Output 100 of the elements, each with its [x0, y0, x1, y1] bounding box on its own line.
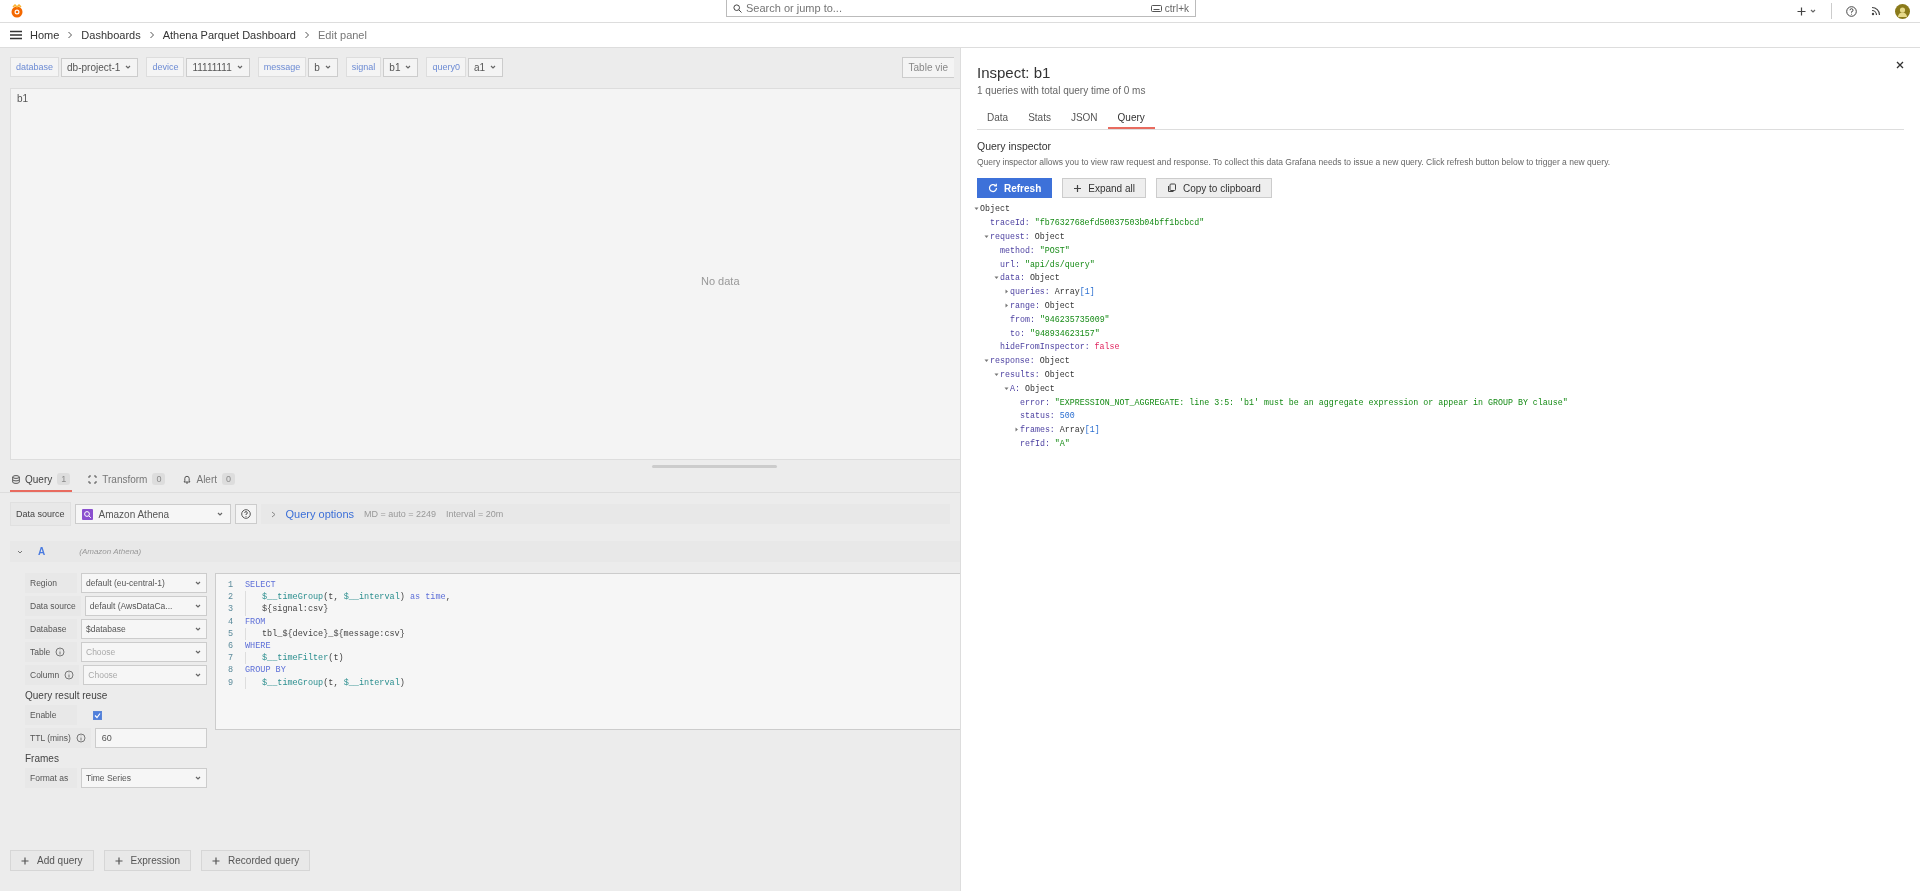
variable-value: b1	[389, 61, 401, 73]
copy-icon	[1166, 183, 1177, 193]
database-icon	[12, 474, 20, 484]
checkbox[interactable]	[93, 710, 102, 720]
expanded-caret-icon[interactable]	[984, 358, 989, 364]
variable-select[interactable]: b1	[383, 57, 419, 77]
menu-icon[interactable]	[10, 30, 22, 40]
code-line: tbl_${device}_${message:csv}	[262, 628, 405, 639]
editor-tab[interactable]: Query 1	[10, 474, 73, 492]
tree-row-text: refId: "A"	[1020, 438, 1070, 448]
field-label: Region	[25, 573, 77, 593]
close-button[interactable]	[1894, 59, 1906, 71]
line-number: 2	[226, 592, 234, 603]
inspect-tab[interactable]: Stats	[1018, 107, 1061, 129]
section-description: Query inspector allows you to view raw request and response. To collect this data Grafana needs to issue a new query. Click refresh button below to trigger a new query.	[977, 157, 1612, 167]
chevron-icon	[148, 31, 155, 39]
collapsed-caret-icon[interactable]	[1004, 302, 1009, 308]
select-field[interactable]: default (AwsDataCa...	[84, 596, 207, 616]
inspect-tab[interactable]: Data	[977, 107, 1019, 129]
refresh-button[interactable]: Refresh	[977, 178, 1053, 198]
editor-tab[interactable]: Transform 0	[86, 474, 168, 492]
help-icon[interactable]	[1846, 5, 1857, 17]
tree-row-text: hideFromInspector: false	[1000, 342, 1120, 352]
variable-label: database	[10, 57, 60, 77]
caret-icon	[194, 648, 202, 656]
breadcrumb-link[interactable]: Dashboards	[81, 29, 141, 41]
chevron-icon	[67, 31, 74, 39]
variable-select[interactable]: a1	[468, 57, 504, 77]
expanded-caret-icon[interactable]	[974, 206, 979, 212]
resize-handle[interactable]	[652, 465, 777, 468]
inspect-tab[interactable]: JSON	[1060, 107, 1108, 129]
expanded-caret-icon[interactable]	[984, 234, 989, 239]
select-field[interactable]: $database	[81, 619, 207, 639]
avatar-icon[interactable]	[1895, 3, 1910, 19]
variable-select[interactable]: b	[308, 57, 338, 77]
variable-select[interactable]: 11111111	[186, 57, 250, 77]
inspect-tab[interactable]: Query	[1107, 107, 1155, 129]
rss-icon[interactable]	[1871, 6, 1881, 16]
tree-row-text: frames: Array[1]	[1020, 425, 1100, 435]
editor-tab[interactable]: Alert 0	[181, 474, 238, 492]
keyboard-icon	[1150, 4, 1162, 12]
select-placeholder: Choose	[88, 670, 119, 680]
collapsed-caret-icon[interactable]	[1014, 427, 1019, 433]
select-field[interactable]: default (eu-central-1)	[81, 573, 207, 593]
tree-row-text: A: Object	[1010, 383, 1055, 393]
add-button[interactable]: Expression	[103, 850, 192, 871]
refresh-icon	[988, 183, 998, 193]
code-editor[interactable]: 1 SELECT 2 $__timeGroup(t, $__interval) as time, 3 ${signal:csv} 4 FROM 5 tbl_${device}_${message:csv} 6 WHERE 7 $__timeFilter(t) 8 GROUP BY 9 $__timeGroup(t, $__interval)	[215, 573, 960, 730]
plus-icon	[21, 856, 29, 865]
expanded-caret-icon[interactable]	[994, 371, 999, 377]
variable-select[interactable]: db-project-1	[61, 57, 139, 77]
max-data-points: MD = auto = 2249	[364, 509, 437, 519]
tree-row-text: range: Object	[1010, 300, 1075, 310]
field-label: Data source	[10, 502, 71, 526]
datasource-select[interactable]: Amazon Athena	[74, 504, 231, 524]
add-button[interactable]: Recorded query	[201, 850, 311, 871]
copy-button[interactable]: Copy to clipboard	[1155, 178, 1272, 198]
search-box[interactable]: Search or jump to... ctrl+k	[726, 0, 1196, 17]
code-line: $__timeFilter(t)	[262, 653, 344, 664]
select-field[interactable]: Time Series	[81, 768, 207, 788]
section-heading: Frames	[25, 752, 60, 765]
drawer-subtitle: 1 queries with total query time of 0 ms	[977, 85, 1147, 96]
caret-icon	[194, 602, 202, 610]
tree-row-text: data: Object	[1000, 273, 1060, 283]
plus-icon	[212, 856, 221, 865]
select-value: Time Series	[86, 773, 133, 783]
caret-icon	[194, 774, 202, 782]
select-value: default (AwsDataCa...	[89, 601, 174, 611]
count-badge: 1	[57, 473, 71, 485]
breadcrumb-link[interactable]: Edit panel	[318, 29, 367, 41]
breadcrumb-link[interactable]: Athena Parquet Dashboard	[162, 29, 296, 41]
tree-row-text: queries: Array[1]	[1010, 287, 1095, 297]
expanded-caret-icon[interactable]	[1004, 385, 1009, 391]
field-label: TTL (mins)	[30, 733, 71, 743]
section-title: Query inspector	[977, 140, 1053, 152]
field-label: Data source	[25, 596, 81, 616]
line-number: 4	[226, 616, 234, 627]
caret-icon	[215, 510, 224, 518]
close-icon	[1896, 61, 1904, 69]
tree-row-text: status: 500	[1020, 411, 1075, 421]
add-button[interactable]: Add query	[10, 850, 94, 871]
input-field[interactable]: 60	[94, 728, 207, 748]
caret-icon	[235, 63, 244, 71]
expand-all-button[interactable]: Expand all	[1062, 178, 1146, 198]
code-line: ${signal:csv}	[262, 604, 329, 615]
breadcrumb-link[interactable]: Home	[30, 29, 60, 41]
code-line: FROM	[245, 616, 266, 627]
tree-row-text: response: Object	[990, 356, 1070, 366]
expanded-caret-icon[interactable]	[994, 275, 999, 281]
collapsed-caret-icon[interactable]	[1004, 289, 1009, 295]
search-field[interactable]: Search or jump to...	[746, 2, 1147, 14]
new-menu-button[interactable]	[1797, 6, 1817, 16]
logo-icon[interactable]	[10, 3, 24, 19]
line-number: 1	[226, 580, 234, 591]
help-button[interactable]	[234, 504, 257, 524]
query-options-link[interactable]: Query options	[285, 508, 354, 520]
query-source: (Amazon Athena)	[79, 547, 142, 556]
interval-info: Interval = 20m	[446, 509, 504, 519]
caret-icon	[1809, 7, 1817, 15]
caret-icon	[194, 671, 202, 679]
